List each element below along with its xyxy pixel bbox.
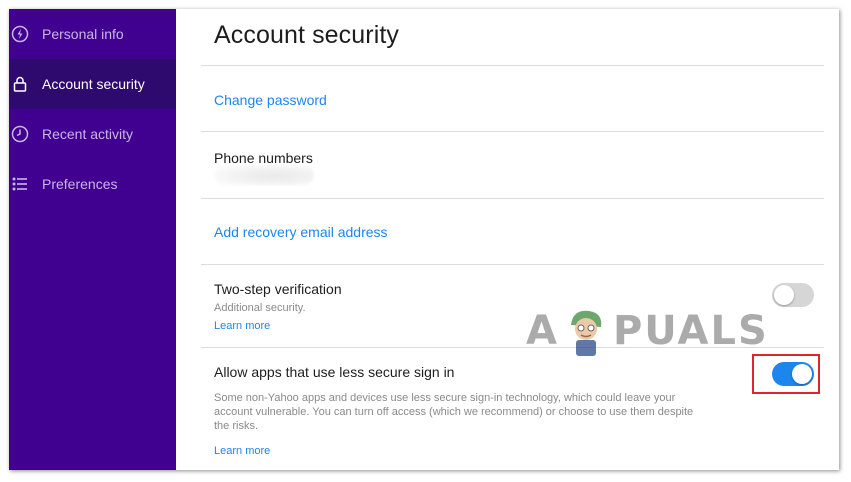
- sidebar-item-preferences[interactable]: Preferences: [9, 159, 176, 209]
- highlight-annotation: [752, 354, 820, 394]
- main-content: Account security Change password Phone n…: [176, 9, 839, 470]
- change-password-link[interactable]: Change password: [214, 92, 327, 108]
- watermark-text-left: A: [526, 308, 559, 354]
- divider: [201, 65, 824, 66]
- two-step-subtitle: Additional security.: [214, 302, 306, 314]
- lock-icon: [11, 75, 29, 93]
- sidebar-item-label: Personal info: [42, 26, 124, 42]
- sidebar-item-label: Account security: [42, 76, 145, 92]
- phone-number-redacted: [214, 165, 314, 185]
- divider: [201, 131, 824, 132]
- two-step-title: Two-step verification: [214, 281, 342, 297]
- appuals-watermark: A PUALS: [526, 305, 769, 357]
- list-icon: [11, 175, 29, 193]
- appuals-logo-icon: [570, 310, 602, 356]
- phone-numbers-title: Phone numbers: [214, 150, 313, 166]
- less-secure-title: Allow apps that use less secure sign in: [214, 364, 455, 380]
- app-window: Personal info Account security Recent ac…: [9, 9, 839, 470]
- page-title: Account security: [214, 21, 400, 49]
- two-step-toggle[interactable]: [772, 283, 814, 307]
- divider: [201, 264, 824, 265]
- personal-info-icon: [11, 25, 29, 43]
- watermark-text-right: PUALS: [612, 308, 769, 354]
- less-secure-learn-more-link[interactable]: Learn more: [214, 445, 270, 457]
- clock-icon: [11, 125, 29, 143]
- sidebar-item-recent-activity[interactable]: Recent activity: [9, 109, 176, 159]
- add-recovery-email-link[interactable]: Add recovery email address: [214, 224, 388, 240]
- two-step-learn-more-link[interactable]: Learn more: [214, 320, 270, 332]
- sidebar-item-account-security[interactable]: Account security: [9, 59, 176, 109]
- less-secure-description: Some non-Yahoo apps and devices use less…: [214, 392, 694, 432]
- sidebar-item-personal-info[interactable]: Personal info: [9, 9, 176, 59]
- toggle-knob: [774, 285, 794, 305]
- sidebar-item-label: Preferences: [42, 176, 118, 192]
- divider: [201, 198, 824, 199]
- sidebar: Personal info Account security Recent ac…: [9, 9, 176, 470]
- sidebar-item-label: Recent activity: [42, 126, 134, 142]
